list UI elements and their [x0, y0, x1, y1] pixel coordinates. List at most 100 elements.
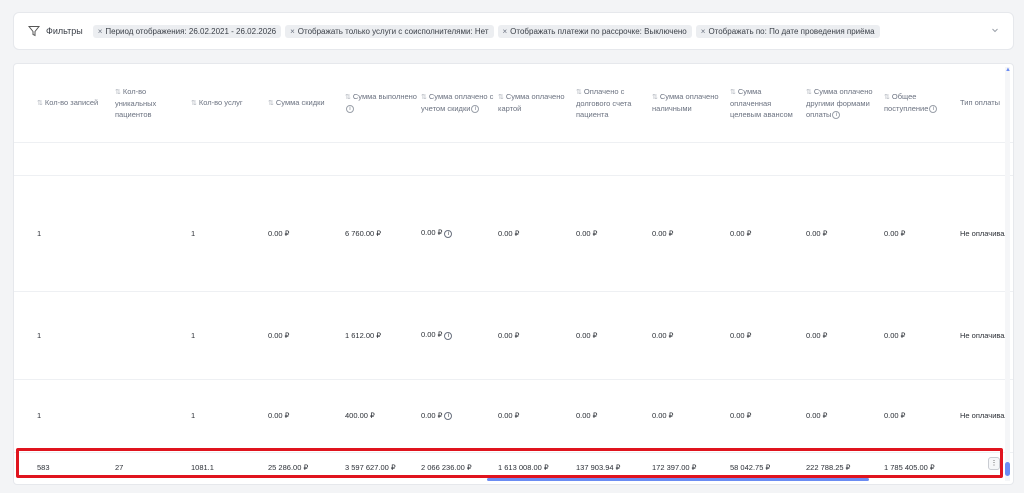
filter-bar[interactable]: Фильтры × Период отображения: 26.02.2021 …: [13, 12, 1014, 50]
column-header-label: Сумма оплачено картой: [498, 92, 565, 114]
sort-icon[interactable]: ⇅: [498, 94, 504, 101]
table-cell-value: 0.00 ₽: [421, 410, 443, 420]
table-cell-value: 1: [191, 228, 196, 238]
column-header-label: Кол-во услуг: [198, 97, 243, 107]
sort-icon[interactable]: ⇅: [191, 100, 197, 107]
table-cell-value: 0.00 ₽: [268, 411, 290, 420]
table-cell-value: 6 760.00 ₽: [345, 228, 382, 238]
column-header[interactable]: ⇅ Сумма оплачено наличными: [652, 64, 730, 142]
filter-chip[interactable]: × Отображать по: По дате проведения приём…: [695, 24, 880, 38]
table-cell-value: Не оплачивал: [960, 330, 1009, 340]
info-icon[interactable]: i: [929, 105, 938, 114]
table-cell: [652, 141, 730, 175]
chip-close-icon[interactable]: ×: [98, 27, 103, 36]
table-cell: [115, 290, 191, 379]
table-cell: 400.00 ₽: [345, 378, 421, 452]
table-cell: 0.00 ₽: [652, 174, 730, 291]
table-cell: 0.00 ₽: [806, 290, 884, 379]
vertical-scroll-thumb[interactable]: [1005, 462, 1010, 476]
table-cell: [115, 378, 191, 452]
info-icon[interactable]: i: [444, 331, 453, 340]
filter-chip[interactable]: × Отображать только услуги с соисполнител…: [285, 24, 494, 38]
table-cell-value: 0.00 ₽: [884, 228, 906, 238]
table-cell-value: 0.00 ₽: [806, 411, 828, 420]
table-cell-value: 0.00 ₽: [652, 411, 674, 420]
chip-close-icon[interactable]: ×: [701, 27, 706, 36]
table-cell: [498, 141, 576, 175]
table-cell-value: 0.00 ₽: [498, 228, 520, 238]
table-cell: [806, 141, 884, 175]
sort-icon[interactable]: ⇅: [652, 94, 658, 101]
column-header[interactable]: ⇅ Сумма скидки: [268, 64, 345, 142]
column-header[interactable]: ⇅ Общее поступление i: [884, 64, 960, 142]
horizontal-scroll-thumb[interactable]: [487, 478, 869, 481]
sort-icon[interactable]: ⇅: [115, 89, 121, 96]
sort-icon[interactable]: ⇅: [37, 100, 43, 107]
filter-chip[interactable]: × Период отображения: 26.02.2021 - 26.02.…: [92, 24, 282, 38]
table-cell: 0.00 ₽: [576, 290, 652, 379]
sort-icon[interactable]: ⇅: [576, 89, 582, 96]
chevron-down-icon[interactable]: [991, 26, 999, 34]
table-cell: 0.00 ₽: [806, 174, 884, 291]
table-cell: 0.00 ₽: [498, 174, 576, 291]
filter-title: Фильтры: [46, 26, 83, 36]
table-cell: 0.00 ₽: [730, 378, 806, 452]
column-header-label: Кол-во уникальных пациентов: [115, 86, 157, 119]
chip-close-icon[interactable]: ×: [503, 27, 508, 36]
info-icon[interactable]: i: [832, 110, 841, 119]
sort-icon[interactable]: ⇅: [806, 89, 812, 96]
filter-chip-label: Период отображения: 26.02.2021 - 26.02.2…: [105, 26, 277, 36]
column-header[interactable]: ⇅ Кол-во услуг: [191, 64, 268, 142]
info-icon[interactable]: i: [444, 412, 453, 420]
column-header-label: Сумма оплачено наличными: [652, 92, 719, 114]
sort-icon[interactable]: ⇅: [730, 89, 736, 96]
table-cell-value: 0.00 ₽: [884, 411, 906, 420]
column-header[interactable]: ⇅ Кол-во уникальных пациентов: [115, 64, 191, 142]
total-cell: 1081.1: [191, 451, 268, 482]
column-header[interactable]: ⇅ Сумма оплачено картой: [498, 64, 576, 142]
filter-icon: [28, 26, 40, 37]
table-cell: [14, 141, 115, 175]
table-row[interactable]: 1 1 0.00 ₽400.00 ₽0.00 ₽ i 0.00 ₽0.00 ₽0.00 …: [14, 378, 1013, 452]
column-header[interactable]: ⇅ Сумма оплачено с учетом скидки i: [421, 64, 498, 142]
sort-icon[interactable]: ⇅: [345, 94, 351, 101]
table-row[interactable]: 1 1 0.00 ₽1 612.00 ₽0.00 ₽ i 0.00 ₽0.00 ₽0.0…: [14, 290, 1013, 379]
table-cell-value: 0.00 ₽: [268, 228, 290, 238]
column-settings-button[interactable]: ⋮: [988, 457, 1000, 470]
table-cell: [191, 141, 268, 175]
column-header[interactable]: ⇅ Сумма выполнено i: [345, 64, 421, 142]
table-cell: 0.00 ₽: [268, 290, 345, 379]
table-cell-value: Не оплачивал: [960, 228, 1009, 238]
table-cell: 0.00 ₽ i: [421, 378, 498, 452]
info-icon[interactable]: i: [471, 105, 480, 114]
table-cell-value: Не оплачивал: [960, 411, 1009, 420]
total-cell: 1 785 405.00 ₽: [884, 451, 960, 482]
column-header-label: Тип оплаты: [960, 98, 1001, 108]
table-cell: 0.00 ₽: [576, 378, 652, 452]
table-cell: 0.00 ₽: [730, 174, 806, 291]
table-cell: 0.00 ₽: [730, 290, 806, 379]
info-icon[interactable]: i: [444, 229, 453, 238]
table-header-row: ⇅ Кол-во записей ⇅ Кол-во уникальных пациен…: [14, 64, 1013, 142]
sort-icon[interactable]: ⇅: [421, 94, 427, 101]
info-icon[interactable]: i: [346, 105, 354, 114]
sort-icon[interactable]: ⇅: [884, 94, 890, 101]
table-cell: 0.00 ₽ i: [421, 174, 498, 291]
column-header[interactable]: ⇅ Кол-во записей: [14, 64, 115, 142]
table-row[interactable]: 1 1 0.00 ₽6 760.00 ₽0.00 ₽ i 0.00 ₽0.00 ₽0.0…: [14, 174, 1013, 291]
table-cell-value: 0.00 ₽: [730, 411, 752, 420]
chip-close-icon[interactable]: ×: [290, 27, 295, 36]
scroll-up-icon[interactable]: ▲: [1005, 67, 1011, 73]
table-cell: [884, 141, 960, 175]
table-cell-value: 0.00 ₽: [421, 330, 443, 340]
table-cell: 0.00 ₽: [498, 378, 576, 452]
column-header[interactable]: ⇅ Сумма оплачено другими формами оплаты i: [806, 64, 884, 142]
table-cell-value: 0.00 ₽: [421, 228, 443, 238]
table-cell-value: 0.00 ₽: [576, 228, 598, 238]
table-cell: 0.00 ₽: [884, 174, 960, 291]
sort-icon[interactable]: ⇅: [268, 100, 274, 107]
column-header[interactable]: ⇅ Оплачено с долгового счета пациента: [576, 64, 652, 142]
filter-chip[interactable]: × Отображать платежи по рассрочке: Выключ…: [497, 24, 692, 38]
column-header[interactable]: ⇅ Сумма оплаченная целевым авансом: [730, 64, 806, 142]
vertical-scrollbar[interactable]: ▲: [1005, 67, 1011, 481]
